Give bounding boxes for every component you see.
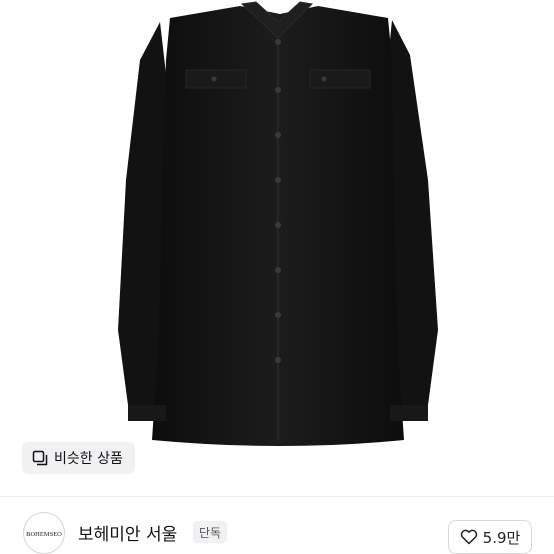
exclusive-badge: 단독 (193, 521, 228, 543)
store-name[interactable]: 보헤미안 서울 (78, 520, 177, 545)
similar-products-label: 비슷한 상품 (54, 451, 123, 467)
store-logo[interactable]: BOHEMSEO (23, 512, 65, 554)
divider (0, 496, 554, 497)
similar-products-button[interactable]: 비슷한 상품 (22, 442, 135, 474)
like-count: 5.9만 (482, 528, 521, 547)
like-button[interactable]: 5.9만 (448, 520, 532, 554)
similar-items-icon (32, 450, 48, 466)
product-image[interactable] (0, 0, 554, 496)
heart-icon (460, 529, 478, 545)
store-row: BOHEMSEO 보헤미안 서울 단독 5.9만 (0, 508, 554, 554)
black-shirt-image (118, 1, 438, 446)
store-logo-text: BOHEMSEO (26, 531, 62, 538)
